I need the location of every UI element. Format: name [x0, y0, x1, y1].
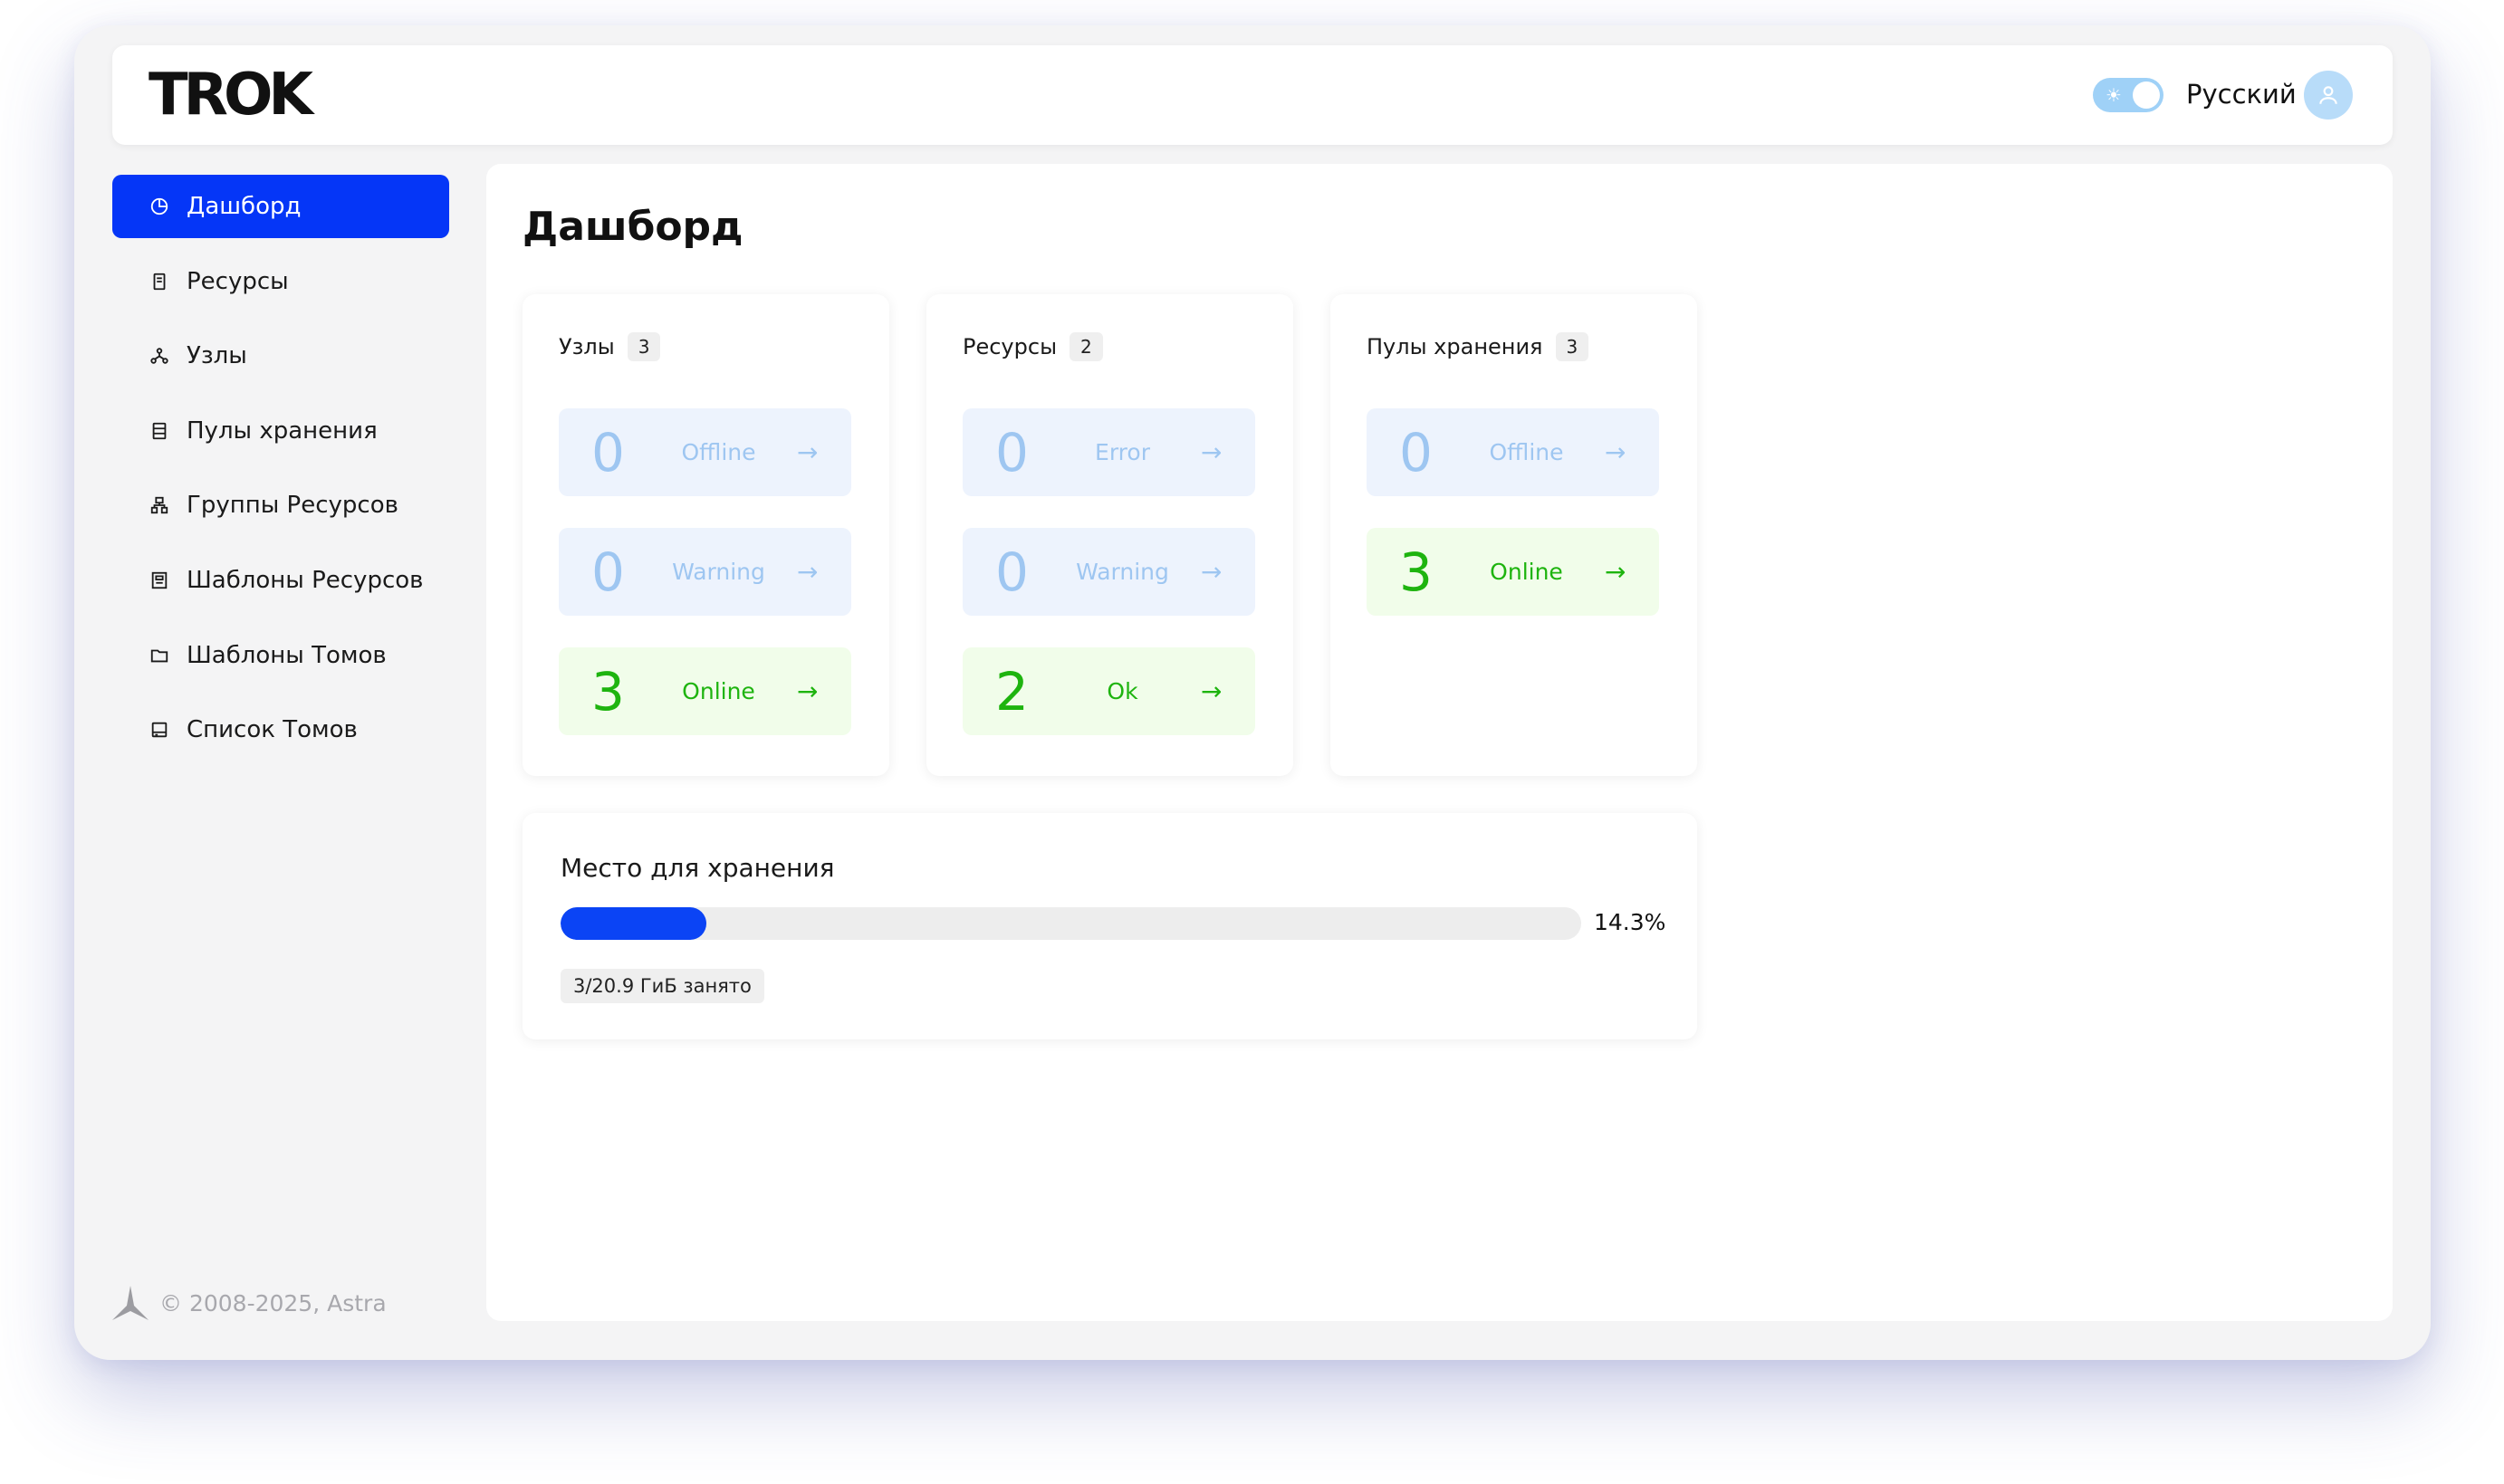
storage-pools-card: Пулы хранения 3 0 Offline → 3 Online →: [1330, 294, 1697, 776]
storage-pool-icon: [149, 420, 170, 442]
sidebar-item-volume-templates[interactable]: Шаблоны Томов: [112, 624, 449, 687]
arrow-right-icon: →: [1201, 437, 1223, 467]
arrow-right-icon: →: [1605, 557, 1626, 587]
app-window: TROK ☀ Русский ⌄ Дашборд Ресурсы: [74, 25, 2431, 1360]
stat-value: 3: [591, 660, 625, 723]
storage-percent: 14.3%: [1594, 909, 1666, 935]
sidebar-item-label: Список Томов: [187, 716, 358, 744]
stat-value: 0: [591, 541, 625, 603]
app-logo[interactable]: TROK: [149, 65, 313, 125]
folder-icon: [149, 645, 170, 666]
stat-value: 0: [1399, 421, 1433, 483]
sun-icon: ☀: [2106, 84, 2122, 106]
user-avatar[interactable]: [2304, 71, 2353, 120]
arrow-right-icon: →: [797, 437, 819, 467]
sidebar-item-label: Группы Ресурсов: [187, 492, 398, 520]
storage-progress-fill: [561, 907, 707, 940]
sidebar-item-dashboard[interactable]: Дашборд: [112, 175, 449, 238]
nodes-card: Узлы 3 0 Offline → 0 Warning → 3 Online …: [523, 294, 889, 776]
storage-usage-card: Место для хранения 14.3% 3/20.9 ГиБ заня…: [523, 813, 1697, 1039]
astra-logo-icon: [112, 1286, 149, 1320]
card-title: Пулы хранения 3: [1367, 332, 1589, 361]
count-badge: 3: [1555, 332, 1589, 361]
top-header: TROK ☀ Русский ⌄: [112, 45, 2393, 145]
stat-label: Error: [1095, 439, 1150, 465]
stat-offline[interactable]: 0 Offline →: [1367, 408, 1659, 496]
card-title-label: Ресурсы: [963, 334, 1058, 359]
sidebar-item-resource-templates[interactable]: Шаблоны Ресурсов: [112, 549, 449, 612]
server-icon: [149, 271, 170, 292]
stat-value: 0: [995, 541, 1029, 603]
toggle-knob: [2133, 81, 2160, 109]
language-label: Русский: [2186, 79, 2297, 110]
sidebar: Дашборд Ресурсы Узлы Пулы хранения Групп…: [112, 175, 449, 773]
stat-label: Offline: [681, 439, 756, 465]
stat-value: 0: [591, 421, 625, 483]
stat-label: Online: [1490, 559, 1563, 585]
sidebar-item-resources[interactable]: Ресурсы: [112, 250, 449, 313]
sidebar-item-storage-pools[interactable]: Пулы хранения: [112, 399, 449, 463]
arrow-right-icon: →: [1201, 676, 1223, 706]
stat-online[interactable]: 3 Online →: [1367, 528, 1659, 616]
stat-value: 3: [1399, 541, 1433, 603]
card-title-label: Узлы: [559, 334, 615, 359]
sidebar-footer: © 2008-2025, Astra: [112, 1286, 387, 1320]
main-content: Дашборд Узлы 3 0 Offline → 0 Warning → 3…: [486, 164, 2393, 1321]
disk-icon: [149, 719, 170, 741]
sidebar-item-label: Дашборд: [187, 193, 302, 220]
sidebar-item-nodes[interactable]: Узлы: [112, 324, 449, 388]
page-title: Дашборд: [523, 204, 744, 250]
stat-ok[interactable]: 2 Ok →: [963, 647, 1255, 735]
arrow-right-icon: →: [797, 557, 819, 587]
sidebar-item-label: Ресурсы: [187, 267, 289, 295]
card-title-label: Пулы хранения: [1367, 334, 1543, 359]
card-title: Узлы 3: [559, 332, 661, 361]
stat-label: Warning: [1076, 559, 1169, 585]
arrow-right-icon: →: [797, 676, 819, 706]
stat-label: Offline: [1489, 439, 1564, 465]
stat-warning[interactable]: 0 Warning →: [559, 528, 851, 616]
stat-warning[interactable]: 0 Warning →: [963, 528, 1255, 616]
stat-label: Online: [682, 678, 755, 704]
sidebar-item-label: Узлы: [187, 342, 247, 370]
copyright-text: © 2008-2025, Astra: [159, 1289, 387, 1316]
sidebar-item-resource-groups[interactable]: Группы Ресурсов: [112, 474, 449, 537]
stat-offline[interactable]: 0 Offline →: [559, 408, 851, 496]
stat-label: Warning: [672, 559, 765, 585]
arrow-right-icon: →: [1201, 557, 1223, 587]
sidebar-item-volume-list[interactable]: Список Томов: [112, 698, 449, 761]
storage-progress-bar: [561, 907, 1581, 940]
stat-error[interactable]: 0 Error →: [963, 408, 1255, 496]
stat-online[interactable]: 3 Online →: [559, 647, 851, 735]
sidebar-item-label: Шаблоны Ресурсов: [187, 566, 424, 594]
nodes-icon: [149, 345, 170, 367]
theme-toggle[interactable]: ☀: [2093, 78, 2163, 112]
stat-label: Ok: [1107, 678, 1138, 704]
pie-chart-icon: [149, 196, 170, 217]
resource-template-icon: [149, 570, 170, 591]
sidebar-item-label: Пулы хранения: [187, 416, 378, 445]
storage-title: Место для хранения: [561, 853, 835, 883]
resource-groups-icon: [149, 494, 170, 516]
stat-value: 0: [995, 421, 1029, 483]
user-icon: [2319, 86, 2337, 104]
card-title: Ресурсы 2: [963, 332, 1103, 361]
sidebar-item-label: Шаблоны Томов: [187, 641, 387, 669]
storage-used-badge: 3/20.9 ГиБ занято: [561, 969, 764, 1003]
arrow-right-icon: →: [1605, 437, 1626, 467]
stat-value: 2: [995, 660, 1029, 723]
count-badge: 3: [627, 332, 661, 361]
resources-card: Ресурсы 2 0 Error → 0 Warning → 2 Ok →: [926, 294, 1293, 776]
count-badge: 2: [1070, 332, 1103, 361]
